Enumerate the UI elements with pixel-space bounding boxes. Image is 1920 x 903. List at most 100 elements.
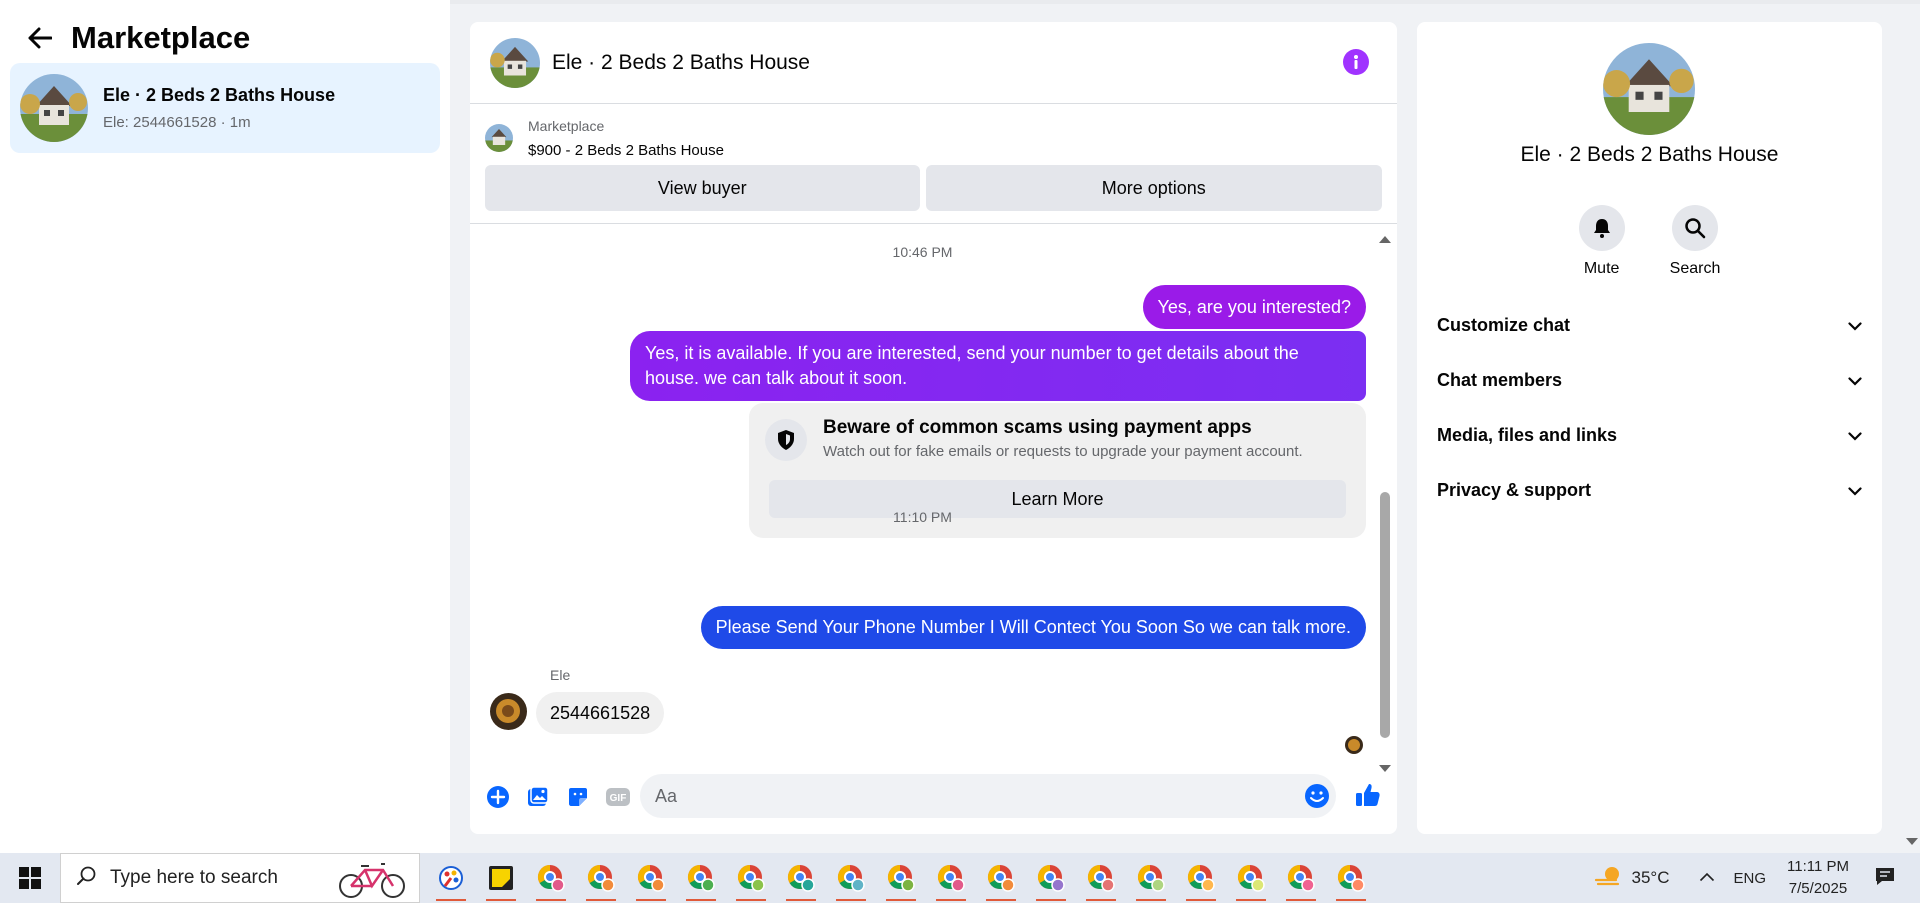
seen-avatar (1345, 736, 1363, 754)
gif-label: GIF (610, 793, 627, 804)
page-title: Marketplace (71, 19, 251, 55)
chrome-profile-icon[interactable] (876, 853, 926, 903)
chrome-profile-icon[interactable] (826, 853, 876, 903)
page-scroll-down-arrow[interactable] (1906, 838, 1918, 845)
notification-icon[interactable] (1874, 866, 1896, 891)
message-input[interactable] (640, 774, 1336, 818)
clock[interactable]: 11:11 PM 7/5/2025 (1778, 856, 1858, 900)
chrome-profile-icon[interactable] (526, 853, 576, 903)
search-button[interactable]: Search (1669, 205, 1721, 278)
search-label: Search (1669, 260, 1721, 277)
search-icon (1671, 205, 1718, 251)
gif-icon[interactable]: GIF (604, 783, 632, 811)
more-options-button[interactable]: More options (925, 165, 1382, 211)
outgoing-message[interactable]: Please Send Your Phone Number I Will Con… (700, 606, 1366, 649)
chrome-profile-icon[interactable] (776, 853, 826, 903)
chrome-profile-icon[interactable] (1126, 853, 1176, 903)
view-buyer-button[interactable]: View buyer (485, 165, 920, 211)
mute-label: Mute (1583, 260, 1620, 277)
chrome-profile-icon[interactable] (1076, 853, 1126, 903)
media-files-links-section[interactable]: Media, files and links (1437, 415, 1862, 455)
composer: GIF (470, 759, 1397, 834)
incoming-message[interactable]: 2544661528 (536, 692, 665, 734)
chevron-down-icon (1848, 315, 1862, 336)
profile-avatar[interactable] (1603, 43, 1695, 135)
info-icon[interactable] (1343, 49, 1369, 75)
chrome-profile-icon[interactable] (926, 853, 976, 903)
message-list[interactable]: 10:46 PM Yes, are you interested? Yes, i… (470, 224, 1397, 772)
left-panel: Marketplace Ele · 2 Beds 2 Baths House E… (0, 0, 450, 853)
outgoing-message[interactable]: Yes, it is available. If you are interes… (630, 331, 1366, 401)
paint-app-icon[interactable] (426, 853, 476, 903)
section-label: Customize chat (1437, 314, 1571, 335)
system-tray: 35°C ENG 11:11 PM 7/5/2025 (1594, 853, 1920, 903)
chrome-profile-icon[interactable] (1326, 853, 1376, 903)
house-avatar[interactable] (490, 37, 540, 88)
marketplace-listing: Marketplace $900 - 2 Beds 2 Baths House (470, 104, 1397, 164)
sticker-icon[interactable] (564, 783, 592, 811)
back-arrow-icon[interactable] (26, 24, 54, 52)
sender-avatar[interactable] (490, 693, 527, 730)
right-panel: Ele · 2 Beds 2 Baths House Mute Search C… (1417, 22, 1882, 834)
outgoing-message[interactable]: Yes, are you interested? (1142, 285, 1366, 329)
chevron-down-icon (1848, 370, 1862, 391)
taskbar-apps (426, 853, 1376, 903)
windows-start-icon[interactable] (0, 853, 60, 903)
marketplace-label: Marketplace (528, 118, 605, 134)
chrome-profile-icon[interactable] (976, 853, 1026, 903)
taskbar-search[interactable]: Type here to search (60, 853, 420, 903)
customize-chat-section[interactable]: Customize chat (1437, 305, 1862, 345)
photo-icon[interactable] (524, 783, 552, 811)
chrome-profile-icon[interactable] (676, 853, 726, 903)
chrome-profile-icon[interactable] (1276, 853, 1326, 903)
language-indicator[interactable]: ENG (1733, 870, 1766, 887)
clock-time: 11:11 PM (1787, 858, 1849, 875)
profile-title: Ele · 2 Beds 2 Baths House (1520, 143, 1779, 166)
chevron-down-icon (1848, 425, 1862, 446)
sender-name: Ele (550, 667, 571, 683)
chevron-up-icon[interactable] (1699, 869, 1715, 887)
weather-icon[interactable] (1594, 864, 1624, 893)
timestamp: 11:10 PM (893, 509, 952, 525)
chrome-profile-icon[interactable] (626, 853, 676, 903)
sticky-notes-icon[interactable] (476, 853, 526, 903)
emoji-icon[interactable] (1304, 783, 1330, 814)
section-label: Privacy & support (1437, 479, 1592, 500)
weather-temp[interactable]: 35°C (1632, 868, 1670, 888)
taskbar: Type here to search 35°C ENG 11:11 PM 7/… (0, 853, 1920, 903)
warning-title: Beware of common scams using payment app… (823, 417, 1252, 438)
timestamp: 10:46 PM (892, 244, 953, 260)
taskbar-search-placeholder: Type here to search (110, 867, 278, 888)
chrome-profile-icon[interactable] (1176, 853, 1226, 903)
shield-icon (765, 419, 807, 461)
warning-subtitle: Watch out for fake emails or requests to… (823, 443, 1303, 460)
chrome-profile-icon[interactable] (1026, 853, 1076, 903)
plus-icon[interactable] (484, 783, 512, 811)
top-border (450, 0, 1920, 4)
chrome-profile-icon[interactable] (726, 853, 776, 903)
chat-members-section[interactable]: Chat members (1437, 360, 1862, 400)
listing-price: $900 - 2 Beds 2 Baths House (528, 142, 724, 159)
scrollbar-thumb[interactable] (1380, 492, 1390, 738)
listing-thumbnail (485, 124, 513, 152)
chrome-profile-icon[interactable] (576, 853, 626, 903)
chat-title[interactable]: Ele · 2 Beds 2 Baths House (552, 51, 810, 75)
clock-date: 7/5/2025 (1788, 880, 1848, 897)
chat-panel: Ele · 2 Beds 2 Baths House Marketplace $… (470, 22, 1397, 834)
conversation-preview: Ele: 2544661528 · 1m (103, 114, 251, 131)
house-avatar (20, 74, 88, 142)
bell-icon (1578, 205, 1625, 251)
scroll-up-arrow[interactable] (1379, 236, 1391, 243)
thumbs-up-icon[interactable] (1354, 781, 1382, 814)
search-icon (76, 865, 98, 892)
section-label: Media, files and links (1437, 424, 1618, 445)
chat-header: Ele · 2 Beds 2 Baths House (470, 22, 1397, 104)
bicycle-icon (337, 858, 407, 903)
privacy-support-section[interactable]: Privacy & support (1437, 470, 1862, 510)
chevron-down-icon (1848, 480, 1862, 501)
chrome-profile-icon[interactable] (1226, 853, 1276, 903)
conversation-title: Ele · 2 Beds 2 Baths House (103, 85, 336, 105)
conversation-item[interactable]: Ele · 2 Beds 2 Baths House Ele: 25446615… (10, 63, 440, 153)
mute-button[interactable]: Mute (1578, 205, 1625, 278)
section-label: Chat members (1437, 369, 1563, 390)
